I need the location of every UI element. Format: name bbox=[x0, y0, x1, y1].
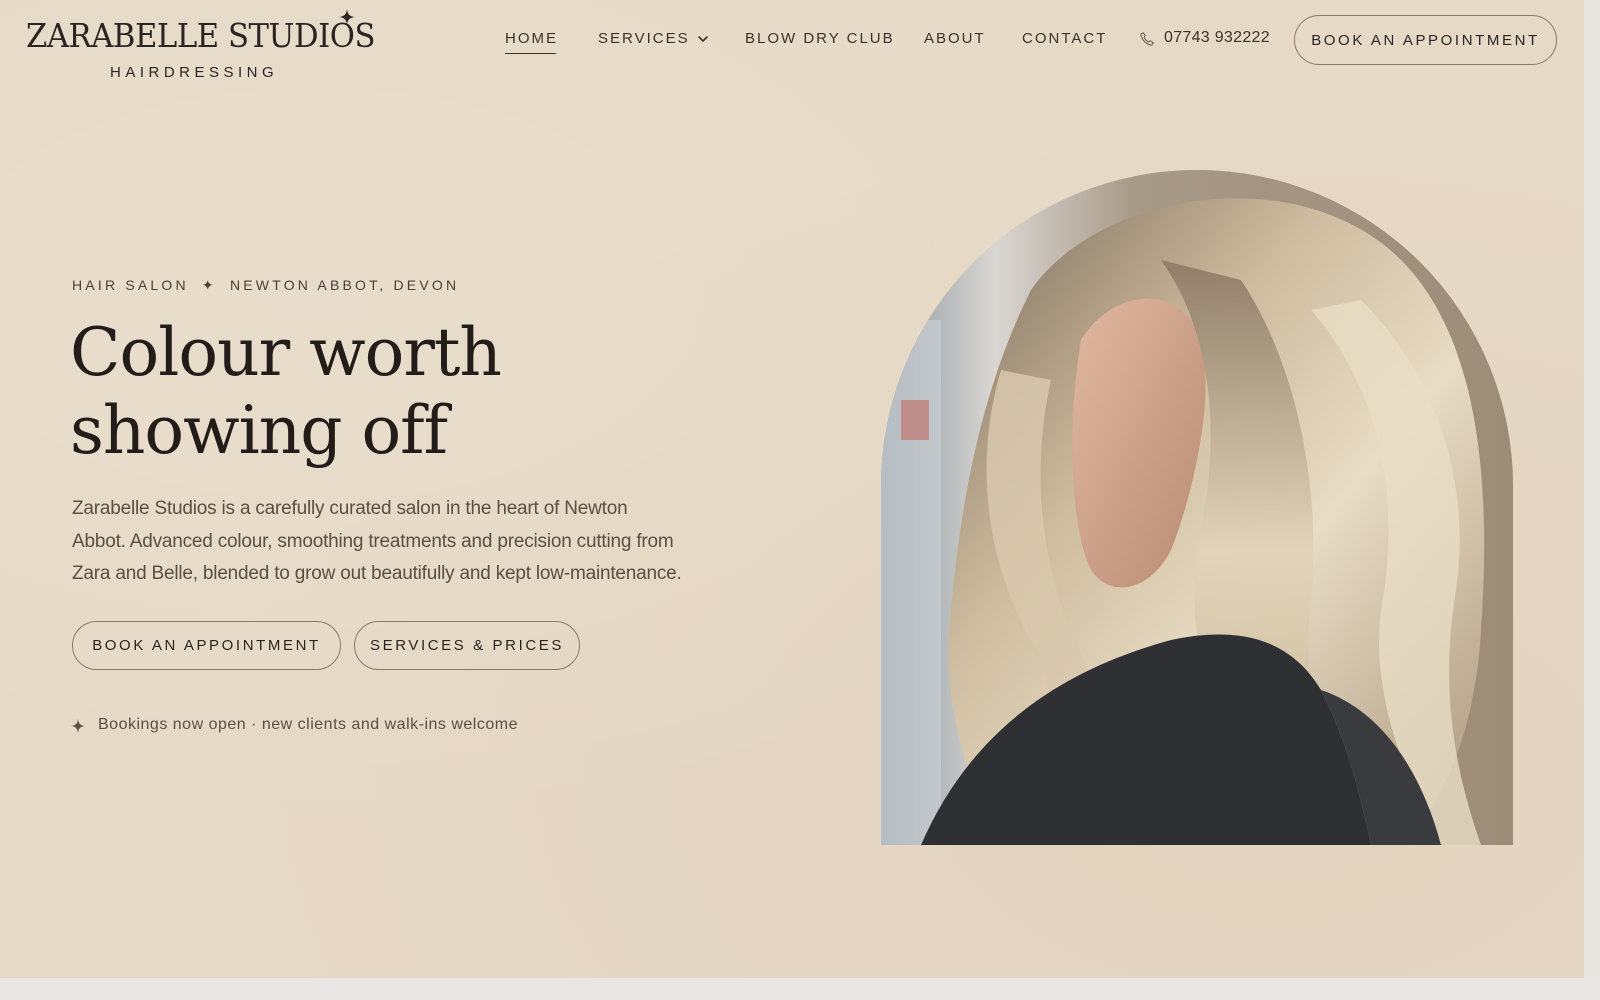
nav-services[interactable]: SERVICES bbox=[598, 30, 690, 47]
header-book-appointment-button[interactable]: BOOK AN APPOINTMENT bbox=[1294, 15, 1557, 65]
nav-home[interactable]: HOME bbox=[505, 30, 558, 54]
phone-number-link[interactable]: 07743 932222 bbox=[1164, 29, 1270, 47]
headline-line-2: showing off bbox=[70, 392, 448, 469]
eyebrow-separator: ✦ bbox=[201, 277, 217, 293]
sparkle-star-icon bbox=[339, 9, 355, 25]
services-prices-button[interactable]: SERVICES & PRICES bbox=[354, 621, 580, 670]
scrollbar[interactable] bbox=[1584, 0, 1600, 978]
sparkle-star-icon bbox=[71, 719, 85, 733]
headline-line-1: Colour worth bbox=[70, 314, 502, 391]
booking-note: Bookings now open · new clients and walk… bbox=[98, 716, 518, 733]
eyebrow-category: HAIR SALON bbox=[72, 277, 189, 293]
page: ZARABELLE STUDIOS HAIRDRESSING HOME SERV… bbox=[0, 0, 1584, 978]
hero-intro: Zarabelle Studios is a carefully curated… bbox=[72, 498, 682, 584]
nav-blow-dry-club[interactable]: BLOW DRY CLUB bbox=[745, 30, 895, 47]
brand-name: ZARABELLE STUDIOS bbox=[26, 16, 376, 55]
hero-book-appointment-button[interactable]: BOOK AN APPOINTMENT bbox=[72, 621, 341, 670]
hero-eyebrow: HAIR SALON ✦ NEWTON ABBOT, DEVON bbox=[72, 277, 459, 294]
eyebrow-location: NEWTON ABBOT, DEVON bbox=[229, 277, 460, 293]
hero-photo bbox=[881, 170, 1513, 845]
hero-photo-illustration bbox=[881, 170, 1513, 845]
next-section-edge bbox=[0, 978, 1600, 1000]
chevron-down-icon[interactable] bbox=[697, 33, 709, 45]
phone-icon[interactable] bbox=[1139, 31, 1155, 47]
brand-tagline: HAIRDRESSING bbox=[110, 64, 279, 81]
brand-logo[interactable]: ZARABELLE STUDIOS HAIRDRESSING bbox=[26, 8, 375, 81]
nav-about[interactable]: ABOUT bbox=[924, 30, 986, 47]
nav-contact[interactable]: CONTACT bbox=[1022, 30, 1107, 47]
hero-headline: Colour worth showing off bbox=[70, 314, 630, 470]
